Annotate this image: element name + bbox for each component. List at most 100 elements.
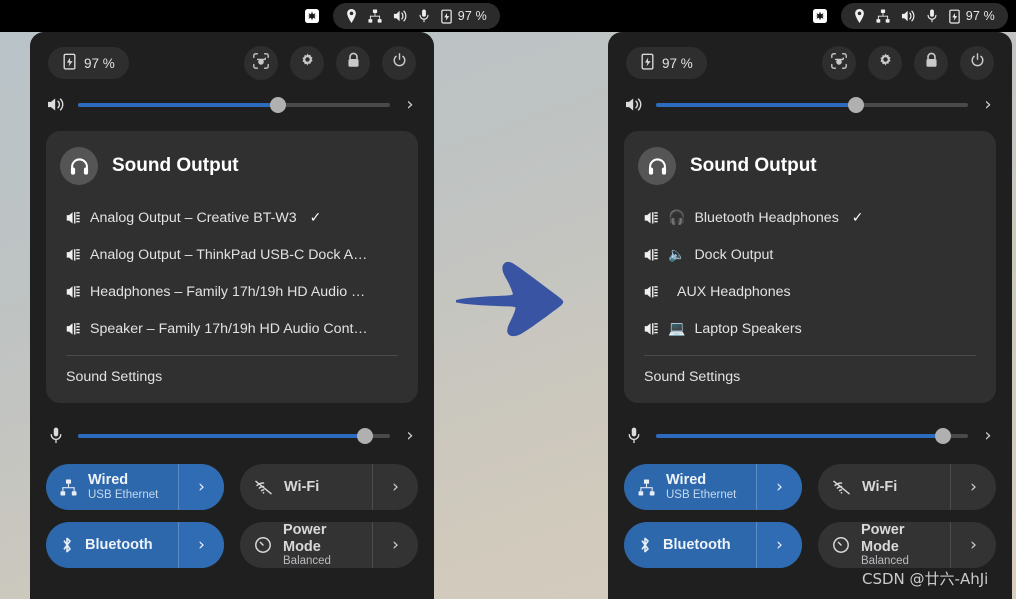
battery-charging-icon (948, 9, 961, 24)
power-mode-toggle-sublabel: Balanced (283, 554, 331, 567)
volume-slider-row[interactable]: › (608, 80, 1012, 115)
wired-toggle-main[interactable]: Wired USB Ethernet (624, 464, 756, 510)
wifi-disabled-icon (254, 479, 273, 496)
bluetooth-toggle[interactable]: Bluetooth › (46, 522, 224, 568)
bluetooth-toggle-main[interactable]: Bluetooth (624, 522, 756, 568)
sound-output-option[interactable]: Headphones – Family 17h/19h HD Audio … (60, 273, 404, 310)
volume-slider-fill (656, 102, 856, 107)
wired-toggle-label: Wired (88, 472, 129, 489)
sound-output-card: Sound Output 🎧 Bluetooth Headphones ✓ 🔈 … (624, 131, 996, 403)
power-mode-toggle[interactable]: Power Mode Balanced › (818, 522, 996, 568)
microphone-slider-knob[interactable] (357, 427, 374, 444)
wifi-toggle-expand[interactable]: › (950, 464, 996, 510)
power-mode-icon (254, 536, 272, 554)
volume-slider-row[interactable]: › (30, 80, 434, 115)
sound-output-option[interactable]: 🔈 Dock Output (638, 236, 982, 273)
wired-toggle-sublabel: USB Ethernet (88, 488, 159, 501)
check-icon: ✓ (851, 209, 864, 225)
network-wired-icon (638, 479, 655, 496)
network-wired-icon (60, 479, 77, 496)
wired-toggle-expand[interactable]: › (756, 464, 802, 510)
screenshot-button[interactable] (244, 46, 278, 80)
microphone-expand-chevron-icon[interactable]: › (402, 425, 418, 446)
bluetooth-toggle-expand[interactable]: › (756, 522, 802, 568)
sound-output-option[interactable]: Analog Output – ThinkPad USB-C Dock A… (60, 236, 404, 273)
wired-toggle-sublabel: USB Ethernet (666, 488, 737, 501)
bluetooth-toggle-main[interactable]: Bluetooth (46, 522, 178, 568)
sound-output-option[interactable]: 💻 Laptop Speakers (638, 310, 982, 347)
wired-toggle[interactable]: Wired USB Ethernet › (46, 464, 224, 510)
microphone-icon (927, 9, 937, 23)
sound-settings-link[interactable]: Sound Settings (638, 356, 982, 393)
battery-percent-label: 97 % (457, 9, 487, 23)
sound-output-option[interactable]: Speaker – Family 17h/19h HD Audio Cont… (60, 310, 404, 347)
microphone-expand-chevron-icon[interactable]: › (980, 425, 996, 446)
power-mode-toggle-text: Power Mode Balanced (283, 522, 358, 567)
screenshot-button[interactable] (822, 46, 856, 80)
power-mode-toggle[interactable]: Power Mode Balanced › (240, 522, 418, 568)
wifi-toggle-main[interactable]: Wi-Fi (240, 464, 372, 510)
system-tray-pill[interactable]: 97 % (332, 3, 500, 29)
power-mode-toggle-main[interactable]: Power Mode Balanced (818, 522, 950, 568)
sound-output-option[interactable]: 🎧 Bluetooth Headphones ✓ (638, 199, 982, 236)
lock-icon (924, 52, 939, 74)
power-mode-toggle-text: Power Mode Balanced (861, 522, 936, 567)
battery-chip[interactable]: 97 % (626, 47, 707, 79)
microphone-slider-row[interactable]: › (608, 403, 1012, 446)
volume-slider-knob[interactable] (269, 96, 286, 113)
check-icon: ✓ (309, 209, 322, 225)
power-mode-toggle-expand[interactable]: › (372, 522, 418, 568)
audio-output-icon (644, 210, 659, 226)
apps-grid-icon[interactable] (304, 9, 319, 23)
bluetooth-toggle-expand[interactable]: › (178, 522, 224, 568)
power-button[interactable] (960, 46, 994, 80)
lock-button[interactable] (914, 46, 948, 80)
settings-button[interactable] (868, 46, 902, 80)
audio-output-icon (66, 321, 81, 337)
battery-chip[interactable]: 97 % (48, 47, 129, 79)
wifi-toggle[interactable]: Wi-Fi › (818, 464, 996, 510)
sound-output-option-label: Bluetooth Headphones (694, 209, 839, 226)
wired-toggle[interactable]: Wired USB Ethernet › (624, 464, 802, 510)
microphone-slider-track[interactable] (78, 427, 390, 444)
bluetooth-toggle[interactable]: Bluetooth › (624, 522, 802, 568)
wired-toggle-text: Wired USB Ethernet (88, 472, 158, 501)
volume-slider-track[interactable] (78, 96, 390, 113)
sound-settings-link[interactable]: Sound Settings (60, 356, 404, 393)
battery-charging-icon (640, 53, 655, 73)
volume-slider-track[interactable] (656, 96, 968, 113)
bluetooth-toggle-label: Bluetooth (85, 536, 153, 553)
quick-toggles-grid: Wired USB Ethernet › Wi-Fi › Bluetooth ›… (608, 446, 1012, 568)
volume-icon (46, 96, 66, 113)
wired-toggle-main[interactable]: Wired USB Ethernet (46, 464, 178, 510)
wifi-toggle-expand[interactable]: › (372, 464, 418, 510)
volume-expand-chevron-icon[interactable]: › (980, 94, 996, 115)
volume-slider-knob[interactable] (847, 96, 864, 113)
system-tray-pill[interactable]: 97 % (840, 3, 1008, 29)
network-wired-icon (876, 9, 890, 23)
wifi-toggle[interactable]: Wi-Fi › (240, 464, 418, 510)
location-icon (346, 9, 357, 23)
power-button[interactable] (382, 46, 416, 80)
wired-toggle-expand[interactable]: › (178, 464, 224, 510)
sound-output-option-label: Analog Output – ThinkPad USB-C Dock A… (90, 246, 368, 263)
wifi-toggle-main[interactable]: Wi-Fi (818, 464, 950, 510)
sound-output-option[interactable]: AUX Headphones (638, 273, 982, 310)
microphone-slider-track[interactable] (656, 427, 968, 444)
microphone-slider-row[interactable]: › (30, 403, 434, 446)
sound-output-option-label: Analog Output – Creative BT-W3 (90, 209, 297, 226)
headphones-icon (638, 147, 676, 185)
power-mode-toggle-main[interactable]: Power Mode Balanced (240, 522, 372, 568)
power-mode-toggle-expand[interactable]: › (950, 522, 996, 568)
microphone-slider-knob[interactable] (935, 427, 952, 444)
sound-output-option[interactable]: Analog Output – Creative BT-W3 ✓ (60, 199, 404, 236)
bluetooth-toggle-label: Bluetooth (663, 536, 731, 553)
quick-settings-panel-before: 97 % › Sound Output Analog Output – Crea… (30, 32, 434, 599)
panel-header: 97 % (608, 32, 1012, 80)
apps-grid-icon[interactable] (812, 9, 827, 23)
settings-button[interactable] (290, 46, 324, 80)
volume-expand-chevron-icon[interactable]: › (402, 94, 418, 115)
top-bar-half-left: 97 % (0, 0, 508, 32)
lock-button[interactable] (336, 46, 370, 80)
sound-output-option-label: Headphones – Family 17h/19h HD Audio … (90, 283, 366, 300)
